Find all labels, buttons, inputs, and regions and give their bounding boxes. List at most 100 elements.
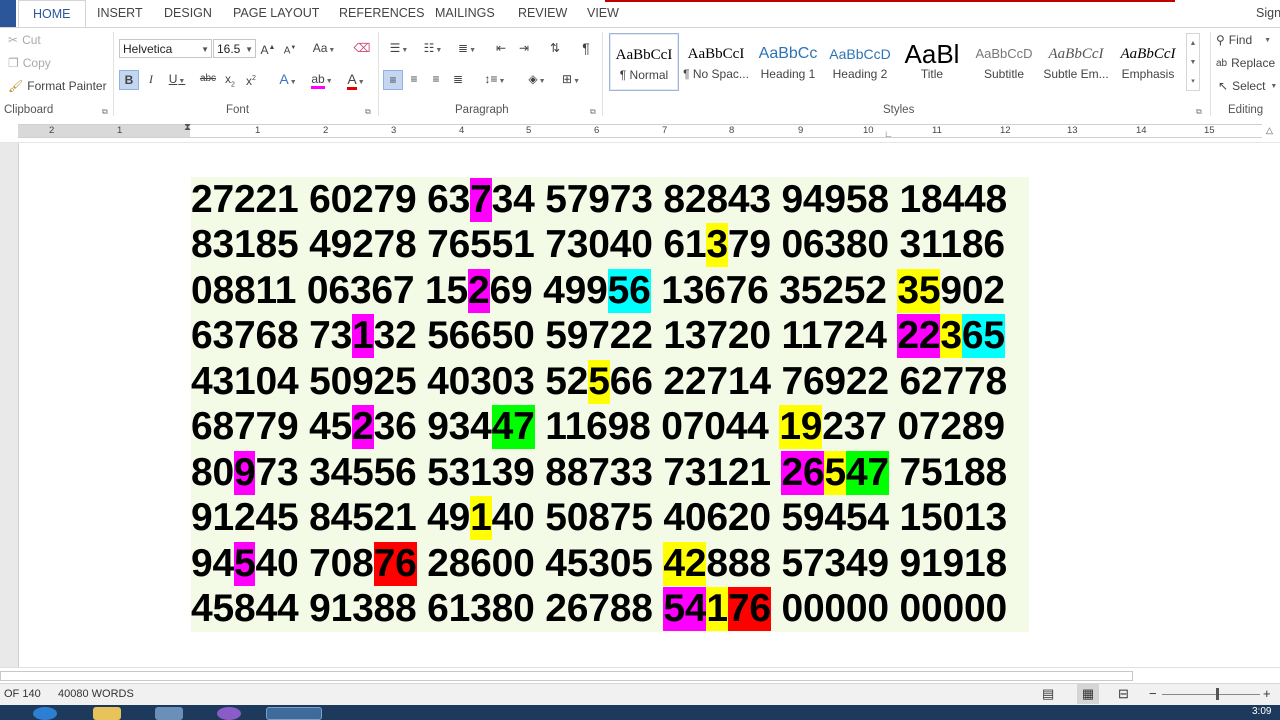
web-layout-icon[interactable]: ⊟: [1118, 686, 1129, 702]
font-launcher-icon[interactable]: ⧉: [365, 107, 371, 117]
digits-text: 08811 06367 15: [191, 268, 468, 312]
underline-icon[interactable]: U▼: [165, 70, 189, 91]
number-row: 63768 73 1 32 56650 59722 13720 11724 22 3 6…: [191, 314, 1029, 360]
browser-icon[interactable]: [217, 707, 241, 720]
row-text: 80 9 73 34556 53139 88733 73121 26 5 47 7518…: [191, 450, 1007, 496]
chevron-down-icon[interactable]: ▼: [1270, 83, 1277, 90]
bold-icon[interactable]: B: [119, 70, 139, 90]
justify-icon[interactable]: ≣: [449, 70, 467, 88]
paragraph-launcher-icon[interactable]: ⧉: [590, 107, 596, 117]
more-icon[interactable]: ▾: [1187, 72, 1199, 91]
zoom-in-icon[interactable]: +: [1263, 686, 1271, 701]
style-heading-2[interactable]: AaBbCcD Heading 2: [825, 33, 895, 91]
style-title[interactable]: AaBl Title: [897, 33, 967, 91]
zoom-slider[interactable]: [1162, 694, 1260, 695]
indent-marker-icon[interactable]: ⧗: [184, 122, 191, 133]
file-tab[interactable]: [0, 0, 16, 27]
page-count[interactable]: OF 140: [4, 688, 41, 700]
align-right-icon[interactable]: ≡: [427, 70, 445, 88]
shading-icon[interactable]: ◈▼: [522, 70, 552, 91]
digits-text: 11698 07044: [534, 405, 780, 449]
highlighted-digits: 1: [470, 496, 492, 541]
tab-page-layout[interactable]: PAGE LAYOUT: [233, 6, 319, 20]
format-painter-button[interactable]: 🖌 Format Painter: [8, 79, 107, 93]
show-formatting-marks-icon[interactable]: ¶: [577, 39, 595, 57]
chevron-down-icon[interactable]: ▼: [1264, 37, 1271, 44]
scrollbar-thumb[interactable]: [0, 671, 1133, 681]
text-effects-icon[interactable]: A▼: [274, 70, 302, 92]
find-button[interactable]: ⚲ Find ▼: [1216, 33, 1271, 47]
highlighted-digits: 5: [588, 359, 610, 404]
tab-design[interactable]: DESIGN: [164, 6, 212, 20]
clipboard-launcher-icon[interactable]: ⧉: [102, 107, 108, 117]
tab-view[interactable]: VIEW: [587, 6, 619, 20]
change-case-icon[interactable]: Aa▼: [309, 39, 339, 60]
multilevel-list-icon[interactable]: ≣▼: [452, 39, 482, 60]
tab-references[interactable]: REFERENCES: [339, 6, 424, 20]
sort-icon[interactable]: ⇅: [546, 39, 564, 57]
cut-button[interactable]: ✂ Cut: [8, 33, 41, 47]
line-spacing-icon[interactable]: ↕≡▼: [480, 70, 510, 91]
start-button-icon[interactable]: [33, 707, 57, 720]
style-subtitle[interactable]: AaBbCcD Subtitle: [969, 33, 1039, 91]
tab-mailings[interactable]: MAILINGS: [435, 6, 495, 20]
tab-stop-icon[interactable]: ∟: [884, 129, 893, 139]
bullets-icon[interactable]: ☰▼: [384, 39, 414, 60]
shrink-font-icon[interactable]: A▼: [282, 39, 298, 60]
subscript-icon[interactable]: x2: [222, 70, 238, 94]
zoom-out-icon[interactable]: −: [1149, 686, 1157, 701]
print-layout-icon[interactable]: ▦: [1077, 684, 1099, 704]
numbering-icon[interactable]: ☷▼: [418, 39, 448, 60]
style-heading-1[interactable]: AaBbCc Heading 1: [753, 33, 823, 91]
number-row: 43104 50925 40303 52 5 66 22714 76922 6277…: [191, 359, 1029, 405]
align-left-icon[interactable]: ≡: [383, 70, 403, 90]
sign-in-link[interactable]: Sign: [1256, 6, 1280, 20]
increase-indent-icon[interactable]: ⇥: [515, 39, 533, 57]
copy-button[interactable]: ❐ Copy: [8, 56, 51, 70]
digits-text: 63768 73: [191, 314, 353, 358]
superscript-icon[interactable]: x2: [243, 70, 259, 90]
tab-insert[interactable]: INSERT: [97, 6, 143, 20]
highlight-icon[interactable]: ab▼: [307, 70, 337, 91]
app-icon[interactable]: [155, 707, 183, 720]
digits-text: 34 57973 82843 94958 18448: [491, 177, 1008, 221]
file-explorer-icon[interactable]: [93, 707, 121, 720]
chevron-down-icon[interactable]: ▼: [1187, 53, 1199, 72]
horizontal-scrollbar[interactable]: [0, 667, 1280, 684]
style-normal[interactable]: AaBbCcI ¶ Normal: [609, 33, 679, 91]
strikethrough-icon[interactable]: abc: [198, 70, 218, 88]
font-name-combo[interactable]: Helvetica ▼: [119, 39, 212, 58]
borders-icon[interactable]: ⊞▼: [556, 70, 586, 91]
clear-formatting-icon[interactable]: ⌫: [353, 39, 371, 57]
select-button[interactable]: ↖ Select ▼: [1218, 79, 1277, 93]
document-page[interactable]: 27221 60279 63 7 34 57973 82843 94958 1844…: [18, 143, 1280, 667]
align-center-icon[interactable]: ≡: [405, 70, 423, 88]
word-taskbar-icon[interactable]: [266, 707, 322, 720]
styles-launcher-icon[interactable]: ⧉: [1196, 107, 1202, 117]
font-size-combo[interactable]: 16.5 ▼: [213, 39, 256, 58]
style-emphasis[interactable]: AaBbCcI Emphasis: [1113, 33, 1183, 91]
tab-home[interactable]: HOME: [18, 0, 86, 28]
chevron-up-icon[interactable]: ▲: [1187, 34, 1199, 53]
digits-text: 69 499: [489, 268, 608, 312]
chevron-down-icon[interactable]: ▼: [245, 40, 253, 59]
replace-icon: ab: [1216, 57, 1228, 69]
decrease-indent-icon[interactable]: ⇤: [492, 39, 510, 57]
italic-icon[interactable]: I: [143, 70, 159, 88]
font-color-icon[interactable]: A▼: [341, 70, 371, 92]
number-row: 68779 45 2 36 934 47 11698 07044 19 237 0728…: [191, 405, 1029, 451]
tab-review[interactable]: REVIEW: [518, 6, 567, 20]
style-no-spacing[interactable]: AaBbCcI ¶ No Spac...: [681, 33, 751, 91]
style-subtle-emphasis[interactable]: AaBbCcI Subtle Em...: [1041, 33, 1111, 91]
replace-button[interactable]: ab Replace: [1216, 56, 1275, 70]
horizontal-ruler[interactable]: 2 1 ⧗ 1 2 3 4 5 6 7 8 9 10 11 12 13 14 1…: [18, 122, 1273, 139]
digits-text: 91245 84521 49: [191, 496, 471, 540]
zoom-slider-thumb[interactable]: [1216, 688, 1219, 700]
read-mode-icon[interactable]: ▤: [1042, 686, 1054, 702]
divider: [113, 32, 114, 116]
chevron-down-icon[interactable]: ▼: [201, 40, 209, 59]
right-indent-marker-icon[interactable]: △: [1266, 125, 1273, 136]
grow-font-icon[interactable]: A▲: [260, 39, 276, 59]
word-count[interactable]: 40080 WORDS: [58, 688, 134, 700]
number-row: 83185 49278 76551 73040 61 3 79 06380 3118…: [191, 223, 1029, 269]
